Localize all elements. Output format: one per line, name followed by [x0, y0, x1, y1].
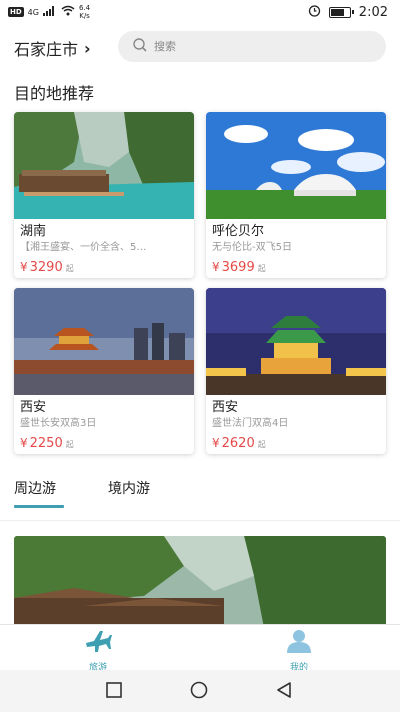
destination-desc: 盛世长安双高3日	[20, 418, 97, 429]
back-button[interactable]	[274, 682, 294, 702]
destination-name: 西安	[20, 400, 47, 415]
destination-price: ¥2250 起	[20, 436, 74, 451]
destination-card[interactable]: 西安 盛世长安双高3日 ¥2250 起	[14, 288, 194, 454]
search-icon	[132, 37, 148, 57]
destination-desc: 【湘王盛宴、一价全含、5…	[20, 242, 147, 253]
destination-card[interactable]: 湖南 【湘王盛宴、一价全含、5… ¥3290 起	[14, 112, 194, 278]
tabbar-item-travel[interactable]: 旅游	[58, 629, 138, 673]
clock: 2:02	[358, 4, 388, 20]
search-bar[interactable]	[118, 31, 386, 62]
destination-name: 西安	[212, 400, 239, 415]
divider	[0, 520, 400, 521]
network-type: 4G	[27, 7, 39, 17]
back-triangle-icon	[276, 682, 292, 702]
net-speed: 6.4 K/s	[78, 4, 91, 20]
tab-domestic[interactable]: 境内游	[108, 478, 150, 498]
square-icon	[106, 682, 122, 702]
bottom-tab-bar: 旅游 我的	[0, 624, 400, 673]
header: 石家庄市 ›	[0, 30, 400, 64]
destination-price: ¥3290 起	[20, 260, 74, 275]
tab-underline	[14, 505, 64, 508]
destination-desc: 盛世法门双高4日	[212, 418, 289, 429]
tour-tabs: 周边游 境内游	[0, 478, 400, 510]
destination-image	[14, 288, 194, 395]
signal-icon	[42, 5, 57, 19]
destination-name: 呼伦贝尔	[212, 224, 265, 239]
tab-nearby[interactable]: 周边游	[14, 478, 56, 498]
destination-price: ¥3699 起	[212, 260, 266, 275]
airplane-icon	[84, 629, 112, 657]
recent-apps-button[interactable]	[104, 682, 124, 702]
destination-card[interactable]: 呼伦贝尔 无与伦比-双飞5日 ¥3699 起	[206, 112, 386, 278]
wifi-icon	[61, 5, 75, 19]
destination-image	[206, 112, 386, 219]
circle-icon	[190, 681, 208, 703]
alarm-icon	[308, 4, 321, 20]
destination-name: 湖南	[20, 224, 47, 239]
system-nav-bar	[0, 670, 400, 712]
home-button[interactable]	[189, 681, 209, 703]
section-title: 目的地推荐	[14, 84, 95, 103]
destination-price: ¥2620 起	[212, 436, 266, 451]
battery-icon	[328, 6, 354, 18]
destination-image	[14, 112, 194, 219]
hd-badge: HD	[8, 7, 24, 17]
destination-image	[206, 288, 386, 395]
city-selector[interactable]: 石家庄市 ›	[14, 36, 91, 60]
tour-image[interactable]	[14, 536, 386, 628]
destination-desc: 无与伦比-双飞5日	[212, 242, 292, 253]
status-bar: HD 4G 6.4 K/s 2:02	[0, 0, 400, 24]
person-icon	[286, 629, 312, 657]
chevron-right-icon: ›	[84, 38, 91, 58]
city-name: 石家庄市	[14, 40, 79, 59]
search-input[interactable]	[154, 40, 354, 53]
destination-card[interactable]: 西安 盛世法门双高4日 ¥2620 起	[206, 288, 386, 454]
tabbar-item-me[interactable]: 我的	[259, 629, 339, 673]
